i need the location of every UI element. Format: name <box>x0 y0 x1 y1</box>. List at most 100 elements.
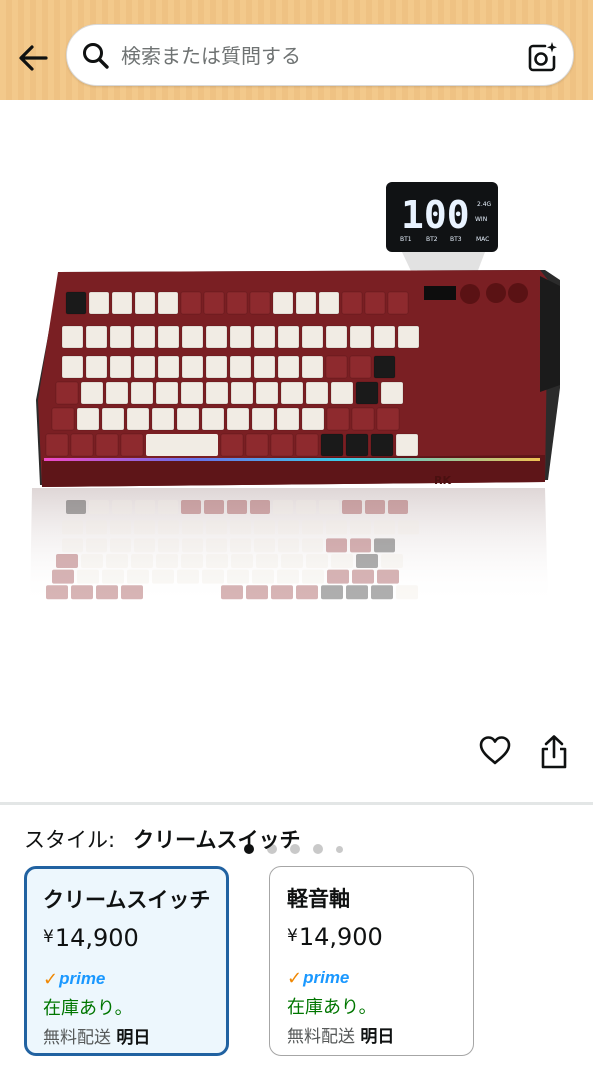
keycap-reflection <box>177 569 199 584</box>
keycap-reflection <box>62 520 83 535</box>
keycap-reflection <box>134 520 155 535</box>
keycap-reflection <box>135 500 155 514</box>
keycap-reflection <box>206 520 227 535</box>
keycap-reflection <box>106 554 128 568</box>
keycap-reflection <box>396 585 418 600</box>
keycap <box>341 291 363 315</box>
keycap <box>249 291 271 315</box>
keycap-reflection <box>86 520 107 535</box>
keycap-reflection <box>250 500 270 514</box>
keycap <box>295 433 319 457</box>
prime-badge: ✓ prime <box>287 967 473 989</box>
shipping-day: 明日 <box>116 1028 151 1048</box>
search-bar[interactable] <box>66 24 574 86</box>
keycap-reflection <box>182 538 203 553</box>
search-icon <box>83 43 109 69</box>
keycap <box>245 433 269 457</box>
keycap-reflection <box>158 538 179 553</box>
currency-symbol: ¥ <box>287 926 298 946</box>
keycap-reflection <box>96 585 118 600</box>
camera-sparkle-icon <box>528 42 557 72</box>
keycap-reflection <box>350 538 371 553</box>
share-button[interactable] <box>538 734 570 770</box>
keycap <box>376 407 400 431</box>
shipping-label: 無料配送 <box>43 1028 111 1048</box>
keycap <box>349 355 372 379</box>
keycap <box>181 355 204 379</box>
back-button[interactable] <box>14 38 54 78</box>
keycap <box>151 407 175 431</box>
keycap-reflection <box>81 554 103 568</box>
keycap <box>95 433 119 457</box>
keycap <box>45 433 69 457</box>
keycap <box>380 381 404 405</box>
keycap <box>109 325 132 349</box>
keycap-reflection <box>374 520 395 535</box>
keycap-reflection <box>158 500 178 514</box>
keycap-reflection <box>246 585 268 600</box>
keycap-reflection <box>102 569 124 584</box>
variant-price: ¥14,900 <box>43 924 226 958</box>
price-value: 14,900 <box>298 923 383 951</box>
camera-search-button[interactable] <box>525 40 559 74</box>
keycap <box>65 291 87 315</box>
keycap-reflection <box>62 538 83 553</box>
keycap <box>61 355 84 379</box>
keycap-reflection <box>77 569 99 584</box>
keycap-reflection <box>278 538 299 553</box>
keycap-reflection <box>374 538 395 553</box>
style-selector-header: スタイル: クリームスイッチ <box>24 824 300 854</box>
carousel-dot-5[interactable] <box>336 845 343 853</box>
carousel-dot-4[interactable] <box>313 844 323 854</box>
keycap-reflection <box>271 585 293 600</box>
keycap-reflection <box>302 520 323 535</box>
keycap-reflection <box>278 520 299 535</box>
keycap <box>80 381 104 405</box>
keycap-reflection <box>281 554 303 568</box>
prime-badge: ✓ prime <box>43 968 226 990</box>
keycap-reflection <box>134 538 155 553</box>
keycap <box>205 355 228 379</box>
shipping-info: 無料配送 明日 <box>43 1023 226 1048</box>
keycap <box>272 291 294 315</box>
keycap-reflection <box>86 538 107 553</box>
variant-name: 軽音軸 <box>287 887 350 911</box>
variant-price: ¥14,900 <box>287 923 473 957</box>
keycap-reflection <box>388 500 408 514</box>
keycap <box>349 325 372 349</box>
shipping-day: 明日 <box>360 1027 395 1047</box>
keycap <box>88 291 110 315</box>
shipping-info: 無料配送 明日 <box>287 1022 473 1047</box>
keycap <box>230 381 254 405</box>
keycap <box>220 433 244 457</box>
keycap <box>85 355 108 379</box>
variant-option-light-switch[interactable]: 軽音軸 ¥14,900 ✓ prime 在庫あり。 無料配送 明日 <box>269 866 474 1056</box>
keycap-reflection <box>377 569 399 584</box>
search-input[interactable] <box>121 35 511 77</box>
keycap-reflection <box>110 538 131 553</box>
keycap-reflection <box>121 585 143 600</box>
brand-mark: RK <box>434 474 451 487</box>
variant-option-cream-switch[interactable]: クリームスイッチ ¥14,900 ✓ prime 在庫あり。 無料配送 明日 <box>24 866 229 1056</box>
keycap-reflection <box>127 569 149 584</box>
keycap-reflection <box>221 585 243 600</box>
keycap <box>351 407 375 431</box>
keycap <box>76 407 100 431</box>
keycap-reflection <box>181 554 203 568</box>
favorite-button[interactable] <box>478 734 512 768</box>
keycap-reflection <box>319 500 339 514</box>
lcd-bt1-label: BT1 <box>400 236 412 243</box>
product-image-carousel[interactable]: 100 2.4G WIN BT1 BT2 BT3 MAC RK <box>0 100 593 854</box>
keycap <box>101 407 125 431</box>
prime-label: prime <box>59 969 106 988</box>
keycap <box>203 291 225 315</box>
keycap-reflection <box>227 500 247 514</box>
prime-check-icon: ✓ <box>287 967 303 989</box>
keycap <box>345 433 369 457</box>
keycap <box>180 381 204 405</box>
lcd-mac-label: MAC <box>476 236 489 243</box>
keycap <box>157 355 180 379</box>
keycap-reflection <box>326 538 347 553</box>
keycap-reflection <box>131 554 153 568</box>
keycap <box>301 325 324 349</box>
